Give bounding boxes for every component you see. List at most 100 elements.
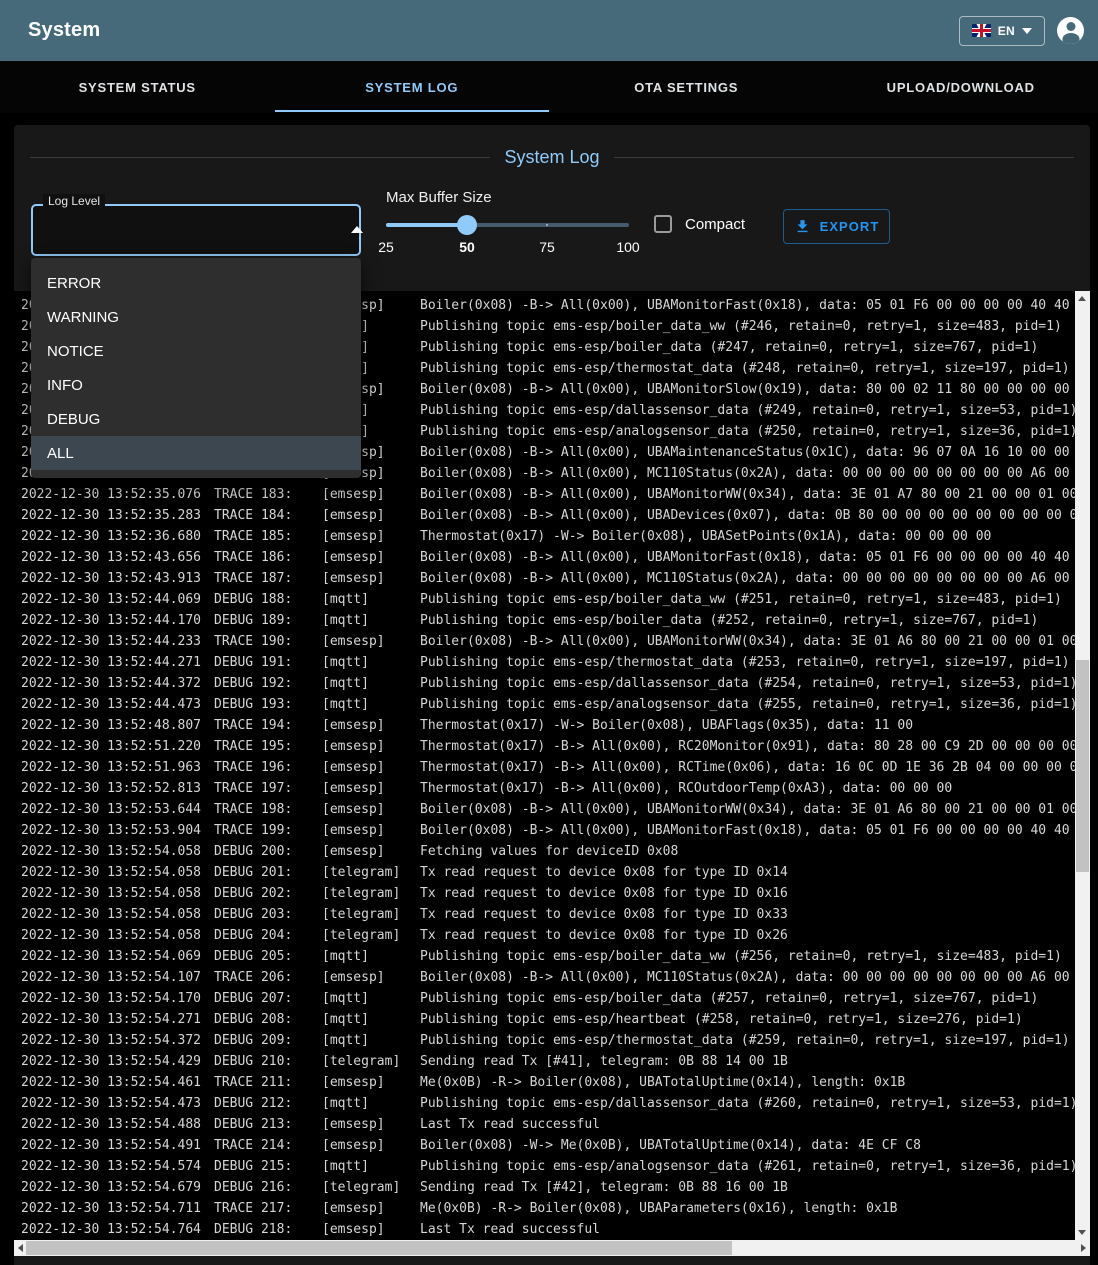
log-level: DEBUG 218: [214, 1222, 322, 1237]
log-message: Boiler(0x08) -B-> All(0x00), UBAMonitorF… [420, 823, 1090, 838]
log-message: Thermostat(0x17) -B-> All(0x00), RCOutdo… [420, 781, 952, 796]
scroll-up-arrow-icon[interactable] [1078, 296, 1086, 301]
log-level: TRACE 195: [214, 739, 322, 754]
tab-system-log[interactable]: SYSTEM LOG [275, 61, 550, 113]
log-level: DEBUG 202: [214, 886, 322, 901]
log-message: Publishing topic ems-esp/dallassensor_da… [420, 403, 1077, 418]
log-row: 2022-12-30 13:52:54.429DEBUG 210:[telegr… [14, 1051, 1090, 1072]
log-source: [mqtt] [322, 676, 420, 691]
log-level: DEBUG 209: [214, 1033, 322, 1048]
log-row: 2022-12-30 13:52:54.679DEBUG 216:[telegr… [14, 1177, 1090, 1198]
tab-ota-settings[interactable]: OTA SETTINGS [549, 61, 824, 113]
log-row: 2022-12-30 13:52:54.069DEBUG 205:[mqtt]P… [14, 946, 1090, 967]
log-row: 2022-12-30 13:52:44.170DEBUG 189:[mqtt]P… [14, 610, 1090, 631]
log-message: Thermostat(0x17) -B-> All(0x00), RC20Mon… [420, 739, 1090, 754]
log-source: [emsesp] [322, 823, 420, 838]
log-timestamp: 2022-12-30 13:52:54.107 [14, 970, 214, 985]
log-message: Fetching values for deviceID 0x08 [420, 844, 678, 859]
log-level: DEBUG 201: [214, 865, 322, 880]
log-timestamp: 2022-12-30 13:52:44.233 [14, 634, 214, 649]
log-level: DEBUG 188: [214, 592, 322, 607]
log-row: 2022-12-30 13:52:44.372DEBUG 192:[mqtt]P… [14, 673, 1090, 694]
log-level: DEBUG 207: [214, 991, 322, 1006]
language-selector[interactable]: EN [959, 16, 1045, 46]
log-source: [mqtt] [322, 1033, 420, 1048]
log-timestamp: 2022-12-30 13:52:44.170 [14, 613, 214, 628]
horizontal-scrollbar[interactable] [14, 1240, 1090, 1256]
scroll-down-arrow-icon[interactable] [1078, 1230, 1086, 1235]
log-source: [mqtt] [322, 949, 420, 964]
log-level: DEBUG 213: [214, 1117, 322, 1132]
log-message: Publishing topic ems-esp/boiler_data (#2… [420, 340, 1038, 355]
log-timestamp: 2022-12-30 13:52:54.491 [14, 1138, 214, 1153]
export-button[interactable]: EXPORT [783, 209, 890, 244]
slider-label-75: 75 [539, 239, 555, 255]
log-timestamp: 2022-12-30 13:52:54.711 [14, 1201, 214, 1216]
log-message: Publishing topic ems-esp/thermostat_data… [420, 655, 1070, 670]
log-level: DEBUG 192: [214, 676, 322, 691]
scroll-left-arrow-icon[interactable] [18, 1244, 23, 1252]
log-timestamp: 2022-12-30 13:52:52.813 [14, 781, 214, 796]
slider-track-active[interactable] [386, 223, 467, 227]
log-message: Tx read request to device 0x08 for type … [420, 907, 788, 922]
vertical-scrollbar[interactable] [1075, 291, 1090, 1240]
log-timestamp: 2022-12-30 13:52:54.069 [14, 949, 214, 964]
log-level: DEBUG 193: [214, 697, 322, 712]
chevron-down-icon [1022, 28, 1032, 34]
log-row: 2022-12-30 13:52:54.764DEBUG 218:[emsesp… [14, 1219, 1090, 1240]
log-message: Publishing topic ems-esp/analogsensor_da… [420, 697, 1077, 712]
log-source: [telegram] [322, 865, 420, 880]
chevron-up-icon[interactable] [351, 226, 363, 233]
log-timestamp: 2022-12-30 13:52:51.220 [14, 739, 214, 754]
panel-title: System Log [504, 147, 599, 168]
log-row: 2022-12-30 13:52:54.058DEBUG 201:[telegr… [14, 862, 1090, 883]
log-timestamp: 2022-12-30 13:52:44.372 [14, 676, 214, 691]
log-source: [emsesp] [322, 571, 420, 586]
log-timestamp: 2022-12-30 13:52:53.904 [14, 823, 214, 838]
log-level: DEBUG 215: [214, 1159, 322, 1174]
compact-checkbox[interactable] [654, 215, 672, 233]
menu-option-info[interactable]: INFO [31, 368, 361, 402]
user-account-icon[interactable] [1057, 17, 1084, 44]
menu-option-notice[interactable]: NOTICE [31, 334, 361, 368]
scroll-right-arrow-icon[interactable] [1081, 1244, 1086, 1252]
log-source: [mqtt] [322, 655, 420, 670]
log-message: Boiler(0x08) -B-> All(0x00), UBAMonitorW… [420, 634, 1090, 649]
menu-option-error[interactable]: ERROR [31, 266, 361, 300]
slider-thumb[interactable] [457, 215, 477, 235]
log-source: [emsesp] [322, 487, 420, 502]
log-source: [mqtt] [322, 592, 420, 607]
log-row: 2022-12-30 13:52:54.107TRACE 206:[emsesp… [14, 967, 1090, 988]
log-level: DEBUG 204: [214, 928, 322, 943]
log-row: 2022-12-30 13:52:54.058DEBUG 202:[telegr… [14, 883, 1090, 904]
menu-option-debug[interactable]: DEBUG [31, 402, 361, 436]
vertical-scroll-thumb[interactable] [1076, 660, 1089, 872]
log-timestamp: 2022-12-30 13:52:54.372 [14, 1033, 214, 1048]
log-source: [emsesp] [322, 1075, 420, 1090]
log-message: Last Tx read successful [420, 1222, 600, 1237]
log-timestamp: 2022-12-30 13:52:54.461 [14, 1075, 214, 1090]
panel-title-row: System Log [30, 147, 1074, 168]
log-timestamp: 2022-12-30 13:52:54.473 [14, 1096, 214, 1111]
tab-system-status[interactable]: SYSTEM STATUS [0, 61, 275, 113]
language-label: EN [998, 24, 1015, 38]
log-message: Publishing topic ems-esp/heartbeat (#258… [420, 1012, 1023, 1027]
log-message: Tx read request to device 0x08 for type … [420, 865, 788, 880]
log-level-select[interactable]: ALL [31, 204, 361, 256]
log-timestamp: 2022-12-30 13:52:36.680 [14, 529, 214, 544]
download-icon [794, 218, 811, 235]
log-level: TRACE 190: [214, 634, 322, 649]
log-message: Boiler(0x08) -B-> All(0x00), MC110Status… [420, 466, 1090, 481]
tab-upload-download[interactable]: UPLOAD/DOWNLOAD [824, 61, 1098, 113]
menu-option-all[interactable]: ALL [31, 436, 361, 470]
horizontal-scroll-thumb[interactable] [26, 1241, 732, 1255]
log-timestamp: 2022-12-30 13:52:54.574 [14, 1159, 214, 1174]
log-level: TRACE 185: [214, 529, 322, 544]
menu-option-warning[interactable]: WARNING [31, 300, 361, 334]
log-message: Thermostat(0x17) -W-> Boiler(0x08), UBAF… [420, 718, 913, 733]
compact-toggle[interactable]: Compact [654, 215, 745, 233]
log-timestamp: 2022-12-30 13:52:51.963 [14, 760, 214, 775]
log-level: DEBUG 208: [214, 1012, 322, 1027]
buffer-size-slider[interactable] [386, 215, 629, 235]
log-level: TRACE 197: [214, 781, 322, 796]
